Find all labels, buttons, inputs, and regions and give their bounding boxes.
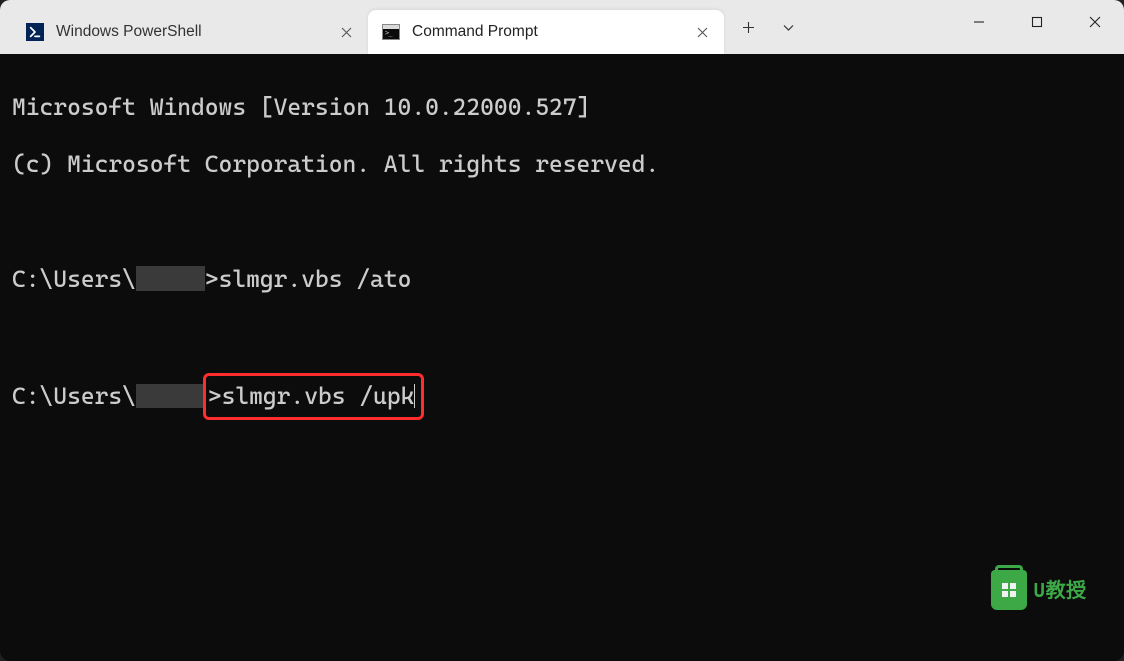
title-bar: Windows PowerShell Command Prompt (0, 0, 1124, 54)
watermark-badge-icon (991, 570, 1027, 610)
redacted-username (136, 384, 205, 409)
redacted-username (136, 266, 205, 291)
watermark-text: U教授 (1033, 580, 1116, 600)
maximize-button[interactable] (1008, 0, 1066, 44)
tab-actions (728, 0, 808, 54)
powershell-icon (26, 23, 44, 41)
banner-line: (c) Microsoft Corporation. All rights re… (12, 150, 1112, 179)
minimize-button[interactable] (950, 0, 1008, 44)
window-controls (950, 0, 1124, 44)
tab-strip: Windows PowerShell Command Prompt (0, 0, 724, 54)
text-cursor (414, 384, 415, 409)
tab-command-prompt[interactable]: Command Prompt (368, 10, 724, 54)
cmd-icon (382, 23, 400, 41)
tab-close-button[interactable] (332, 18, 360, 46)
prompt-path: C:\Users\ (12, 265, 136, 293)
new-tab-button[interactable] (728, 5, 768, 49)
window-close-button[interactable] (1066, 0, 1124, 44)
chevron-down-icon (782, 21, 795, 34)
watermark: U教授 (991, 522, 1116, 657)
maximize-icon (1031, 16, 1043, 28)
highlight-annotation: >slmgr.vbs /upk (203, 373, 425, 420)
prompt-path: C:\Users\ (12, 382, 136, 410)
tab-powershell[interactable]: Windows PowerShell (12, 10, 368, 54)
prompt-caret: > (205, 265, 219, 293)
blank-line (12, 322, 1112, 351)
tab-close-button[interactable] (688, 18, 716, 46)
tab-title: Windows PowerShell (56, 23, 332, 41)
close-icon (697, 27, 708, 38)
banner-line: Microsoft Windows [Version 10.0.22000.52… (12, 93, 1112, 122)
tab-dropdown-button[interactable] (768, 5, 808, 49)
command-text: slmgr.vbs /upk (222, 382, 415, 410)
close-icon (1089, 16, 1101, 28)
prompt-line: C:\Users\ >slmgr.vbs /ato (12, 265, 1112, 294)
prompt-caret: > (208, 382, 222, 410)
blank-line (12, 207, 1112, 236)
command-text: slmgr.vbs /ato (219, 265, 412, 293)
tab-title: Command Prompt (412, 23, 688, 41)
close-icon (341, 27, 352, 38)
plus-icon (742, 21, 755, 34)
prompt-line: C:\Users\ >slmgr.vbs /upk (12, 379, 1112, 414)
terminal-output[interactable]: Microsoft Windows [Version 10.0.22000.52… (0, 54, 1124, 661)
minimize-icon (973, 16, 985, 28)
watermark-text-block: U教授 (1033, 522, 1116, 657)
